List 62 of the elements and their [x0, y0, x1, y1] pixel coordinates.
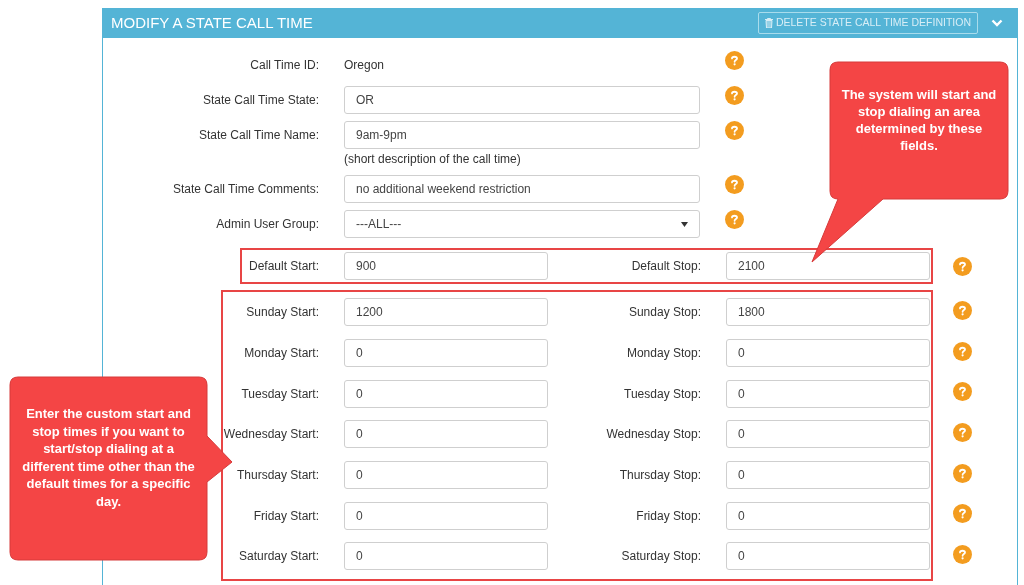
- field-label: Friday Start:: [252, 507, 319, 525]
- callout-text: Enter the custom start and stop times if you want to start/stop dialing at a different time other than the default times for a specific day.: [21, 405, 196, 510]
- field-label: Saturday Stop:: [620, 548, 701, 566]
- input-field[interactable]: 2100: [726, 252, 930, 280]
- input-field[interactable]: 900: [344, 252, 548, 280]
- field-label: Sunday Stop:: [627, 304, 701, 322]
- field-label: Monday Stop:: [625, 345, 701, 363]
- field-label: State Call Time Comments:: [171, 181, 319, 198]
- help-icon[interactable]: [725, 174, 744, 194]
- input-field[interactable]: 1800: [726, 298, 930, 327]
- help-icon[interactable]: [725, 50, 744, 70]
- field-label: Sunday Start:: [245, 304, 319, 322]
- field-label: Admin User Group:: [215, 216, 319, 233]
- help-icon[interactable]: [953, 341, 972, 361]
- field-note: (short description of the call time): [344, 151, 522, 168]
- input-field[interactable]: 0: [726, 501, 930, 530]
- field-label: Tuesday Start:: [240, 385, 319, 403]
- input-field[interactable]: 9am-9pm: [344, 121, 700, 149]
- trash-icon: [764, 18, 773, 28]
- callout-text: The system will start and stop dialing an area determined by these fields.: [840, 86, 998, 154]
- panel-title: MODIFY A STATE CALL TIME: [111, 12, 314, 33]
- input-field[interactable]: 0: [344, 420, 548, 449]
- input-field[interactable]: 0: [726, 542, 930, 571]
- input-field[interactable]: 0: [344, 501, 548, 530]
- field-label: Tuesday Stop:: [623, 385, 701, 403]
- field-label: Wednesday Stop:: [605, 426, 701, 444]
- input-field[interactable]: 0: [344, 542, 548, 571]
- input-field[interactable]: 0: [344, 339, 548, 368]
- field-label: Thursday Stop:: [618, 467, 701, 485]
- input-field[interactable]: 0: [726, 339, 930, 368]
- help-icon[interactable]: [953, 463, 972, 483]
- field-label: Monday Start:: [243, 345, 319, 363]
- help-icon[interactable]: [953, 382, 972, 402]
- help-icon[interactable]: [953, 544, 972, 564]
- field-label: Friday Stop:: [635, 507, 701, 525]
- input-field[interactable]: 0: [726, 461, 930, 490]
- field-label: State Call Time State:: [201, 92, 319, 109]
- help-icon[interactable]: [725, 120, 744, 140]
- input-field[interactable]: OR: [344, 86, 700, 114]
- dropdown[interactable]: ---ALL---: [344, 210, 700, 238]
- field-label: Default Start:: [247, 258, 319, 275]
- field-label: Saturday Start:: [237, 548, 319, 566]
- input-field[interactable]: no additional weekend restriction: [344, 175, 700, 203]
- input-field[interactable]: 1200: [344, 298, 548, 327]
- field-label: Default Stop:: [630, 258, 701, 275]
- help-icon[interactable]: [725, 209, 744, 229]
- help-icon[interactable]: [953, 422, 972, 442]
- input-field[interactable]: 0: [726, 379, 930, 408]
- field-label: State Call Time Name:: [197, 127, 319, 144]
- field-value: Oregon: [344, 57, 386, 74]
- field-label: Call Time ID:: [249, 57, 319, 74]
- input-field[interactable]: 0: [344, 379, 548, 408]
- input-field[interactable]: 0: [344, 461, 548, 490]
- help-icon[interactable]: [725, 85, 744, 105]
- input-field[interactable]: 0: [726, 420, 930, 449]
- help-icon[interactable]: [953, 504, 972, 524]
- field-label: Thursday Start:: [235, 467, 319, 485]
- help-icon[interactable]: [953, 256, 972, 276]
- field-label: Wednesday Start:: [223, 426, 319, 444]
- help-icon[interactable]: [953, 300, 972, 320]
- caret-icon: [681, 221, 688, 227]
- chevron-down-icon[interactable]: [991, 19, 1003, 27]
